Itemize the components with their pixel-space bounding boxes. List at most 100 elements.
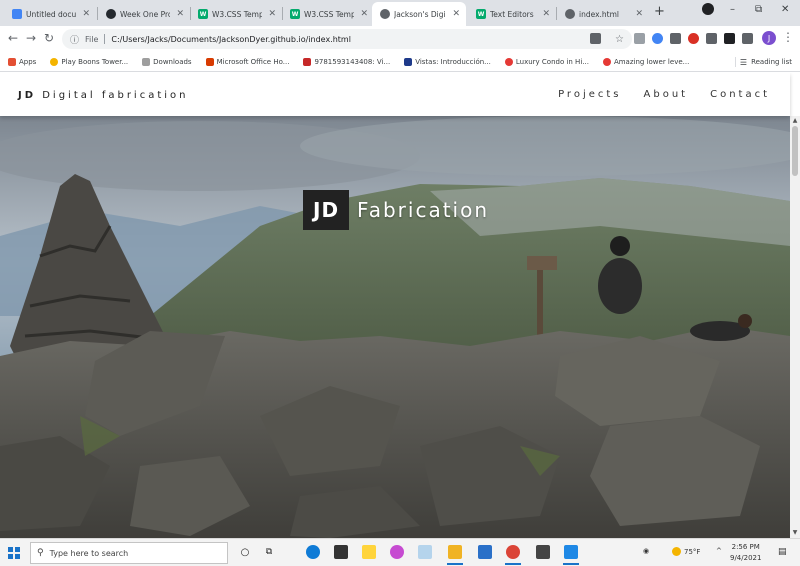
tab-search-icon[interactable] xyxy=(702,3,714,15)
task-view-icon[interactable]: ⧉ xyxy=(262,545,276,559)
translate-icon[interactable] xyxy=(590,33,601,44)
tab-title: index.html xyxy=(579,9,619,19)
chrome-icon[interactable] xyxy=(506,545,520,559)
github-icon xyxy=(106,9,116,19)
nav-link-about[interactable]: About xyxy=(644,89,689,100)
tab-w3css-template-2[interactable]: W W3.CSS Template ✕ xyxy=(282,2,374,26)
bookmark-amazing-lower[interactable]: Amazing lower leve... xyxy=(602,57,690,66)
forward-arrow-icon[interactable]: → xyxy=(26,31,36,45)
w3-icon: W xyxy=(198,9,208,19)
hero-text: Fabrication xyxy=(357,198,490,222)
w3-icon: W xyxy=(476,9,486,19)
extension-icon[interactable] xyxy=(670,33,681,44)
close-tab-icon[interactable]: ✕ xyxy=(80,9,92,19)
bookmark-label: Luxury Condo in Hi... xyxy=(515,57,589,66)
maximize-button[interactable]: ⧉ xyxy=(755,4,762,15)
tab-title: Jackson's Digi Fab xyxy=(394,9,446,19)
site-brand[interactable]: JD Digital fabrication xyxy=(18,90,189,101)
reading-list-label: Reading list xyxy=(751,58,792,66)
nav-link-contact[interactable]: Contact xyxy=(710,89,770,100)
bookmark-label: Play Boons Tower... xyxy=(61,57,129,66)
bookmark-star-icon[interactable]: ☆ xyxy=(615,34,624,45)
bookmark-favicon-icon xyxy=(50,57,59,66)
tab-title: W3.CSS Template xyxy=(212,9,263,19)
weather-temp: 75°F xyxy=(684,547,701,556)
bookmark-office[interactable]: Microsoft Office Ho... xyxy=(205,57,290,66)
reading-list-button[interactable]: ☰ Reading list xyxy=(734,57,792,67)
cortana-icon[interactable]: ○ xyxy=(238,545,252,559)
tab-untitled-document[interactable]: Untitled document ✕ xyxy=(4,2,96,26)
extension-icon[interactable] xyxy=(706,33,717,44)
globe-icon xyxy=(565,9,575,19)
reading-mode-icon[interactable] xyxy=(742,33,753,44)
hero-image: JD Fabrication xyxy=(0,116,790,538)
close-tab-icon[interactable]: ✕ xyxy=(633,9,645,19)
close-tab-icon[interactable]: ✕ xyxy=(540,9,552,19)
bookmark-play-boons[interactable]: Play Boons Tower... xyxy=(50,57,129,66)
close-window-button[interactable]: ✕ xyxy=(781,4,789,15)
puzzle-icon[interactable] xyxy=(724,33,735,44)
tab-jacksons-digi-fab[interactable]: Jackson's Digi Fab ✕ xyxy=(372,2,466,26)
bookmark-label: Apps xyxy=(19,57,37,66)
taskbar-clock[interactable]: 2:56 PM 9/4/2021 xyxy=(730,542,761,564)
close-tab-icon[interactable]: ✕ xyxy=(358,9,370,19)
edge-icon[interactable] xyxy=(306,545,320,559)
web-page: JD Digital fabrication Projects About Co… xyxy=(0,73,800,538)
store-icon[interactable] xyxy=(334,545,348,559)
sticky-notes-icon[interactable] xyxy=(362,545,376,559)
tab-week-one-project[interactable]: Week One Proje ✕ xyxy=(98,2,190,26)
vhl-icon xyxy=(404,57,413,66)
close-tab-icon[interactable]: ✕ xyxy=(266,9,278,19)
tab-w3css-template-1[interactable]: W W3.CSS Template ✕ xyxy=(190,2,282,26)
apps-grid-icon xyxy=(8,57,16,66)
profile-avatar[interactable]: J xyxy=(762,31,776,45)
new-tab-button[interactable]: + xyxy=(654,4,665,19)
tab-text-editors[interactable]: W Text Editors 0.7 ✕ xyxy=(468,2,556,26)
scroll-down-arrow-icon[interactable]: ▼ xyxy=(790,528,800,538)
info-icon[interactable]: ⓘ xyxy=(70,33,79,46)
reload-icon[interactable]: ↻ xyxy=(44,31,54,45)
bookmark-label: Amazing lower leve... xyxy=(613,57,690,66)
globe-icon xyxy=(380,9,390,19)
tab-index-html[interactable]: index.html ✕ xyxy=(557,2,649,26)
brand-text: Digital fabrication xyxy=(42,90,189,101)
chevron-up-icon[interactable]: ^ xyxy=(716,547,722,555)
chrome-extension-icon[interactable] xyxy=(652,33,663,44)
bookmark-label: Downloads xyxy=(153,57,192,66)
taskbar-search-box[interactable]: ⚲ Type here to search xyxy=(30,542,228,564)
windows-start-icon[interactable] xyxy=(8,547,20,559)
weather-widget[interactable]: 75°F xyxy=(672,547,700,556)
file-explorer-icon[interactable] xyxy=(448,545,462,559)
mail-icon[interactable] xyxy=(478,545,492,559)
app-icon[interactable] xyxy=(390,545,404,559)
extension-icon[interactable] xyxy=(634,33,645,44)
bookmark-apps[interactable]: Apps xyxy=(8,57,37,66)
back-arrow-icon[interactable]: ← xyxy=(8,31,18,45)
menu-kebab-icon[interactable]: ⋮ xyxy=(782,30,794,44)
scrollbar-thumb[interactable] xyxy=(792,126,798,176)
clock-time: 2:56 PM xyxy=(731,543,760,551)
bookmark-luxury-condo[interactable]: Luxury Condo in Hi... xyxy=(504,57,589,66)
bookmark-vistas[interactable]: Vistas: Introducción... xyxy=(404,57,491,66)
site-navbar: JD Digital fabrication Projects About Co… xyxy=(0,73,790,116)
bookmark-isbn[interactable]: 9781593143408: Vi... xyxy=(303,57,390,66)
close-tab-icon[interactable]: ✕ xyxy=(174,9,186,19)
page-scrollbar[interactable]: ▲ ▼ xyxy=(790,116,800,538)
nav-link-projects[interactable]: Projects xyxy=(558,89,621,100)
bookmark-downloads[interactable]: Downloads xyxy=(142,57,192,66)
vscode-icon[interactable] xyxy=(564,545,578,559)
close-tab-icon[interactable]: ✕ xyxy=(450,9,462,19)
tab-title: W3.CSS Template xyxy=(304,9,355,19)
minimize-button[interactable]: – xyxy=(730,4,735,15)
url-text: C:/Users/Jacks/Documents/JacksonDyer.git… xyxy=(111,34,351,44)
scroll-up-arrow-icon[interactable]: ▲ xyxy=(790,116,800,126)
record-extension-icon[interactable] xyxy=(688,33,699,44)
notification-icon[interactable]: ▤ xyxy=(778,547,787,557)
browser-toolbar: ← → ↻ ⓘ File C:/Users/Jacks/Documents/Ja… xyxy=(0,26,800,52)
clock-date: 9/4/2021 xyxy=(730,554,762,562)
bookmark-label: Microsoft Office Ho... xyxy=(216,57,290,66)
app-icon[interactable] xyxy=(536,545,550,559)
app-icon[interactable] xyxy=(418,545,432,559)
network-icon[interactable]: ◉ xyxy=(643,547,649,555)
address-bar[interactable]: ⓘ File C:/Users/Jacks/Documents/JacksonD… xyxy=(62,29,632,49)
